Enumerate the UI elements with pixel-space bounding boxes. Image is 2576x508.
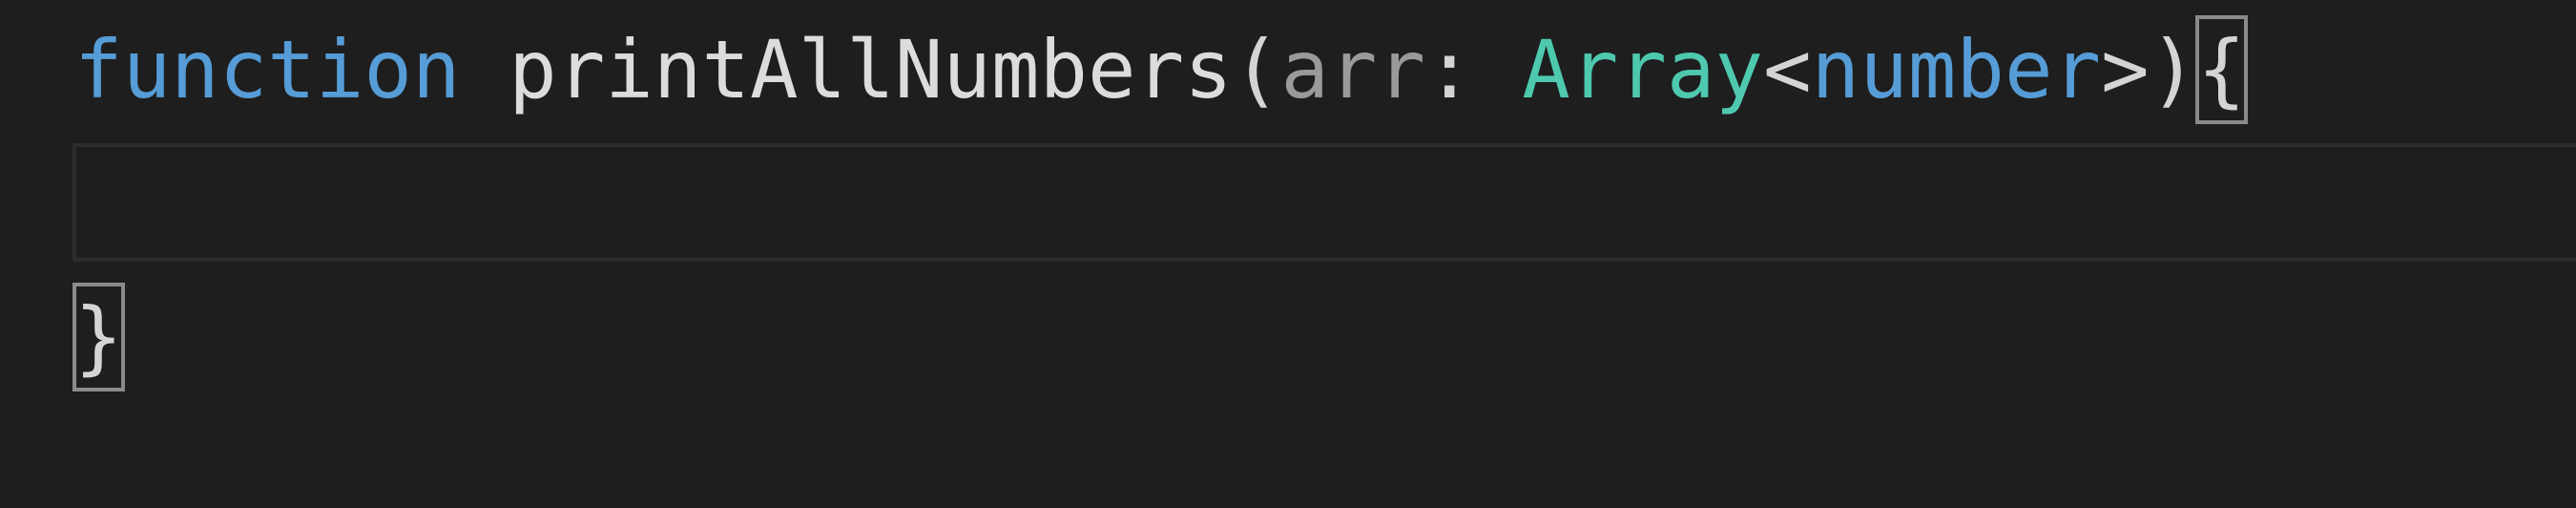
open-brace-match: { xyxy=(2195,15,2248,124)
generic-type: number xyxy=(1811,23,2102,116)
code-editor[interactable]: function printAllNumbers(arr: Array<numb… xyxy=(0,0,2576,508)
generic-open: < xyxy=(1763,23,1812,116)
code-line-1[interactable]: function printAllNumbers(arr: Array<numb… xyxy=(74,8,2248,132)
keyword-function: function xyxy=(74,23,461,116)
colon: : xyxy=(1425,23,1474,116)
close-brace-match: } xyxy=(73,283,125,392)
function-name: printAllNumbers xyxy=(509,23,1233,116)
code-line-3[interactable]: } xyxy=(73,275,125,399)
type-name: Array xyxy=(1522,23,1764,116)
close-paren: ) xyxy=(2149,23,2198,116)
generic-close: > xyxy=(2101,23,2150,116)
current-line-highlight[interactable] xyxy=(73,143,2576,262)
parameter-name: arr xyxy=(1280,23,1426,116)
open-paren: ( xyxy=(1232,23,1281,116)
